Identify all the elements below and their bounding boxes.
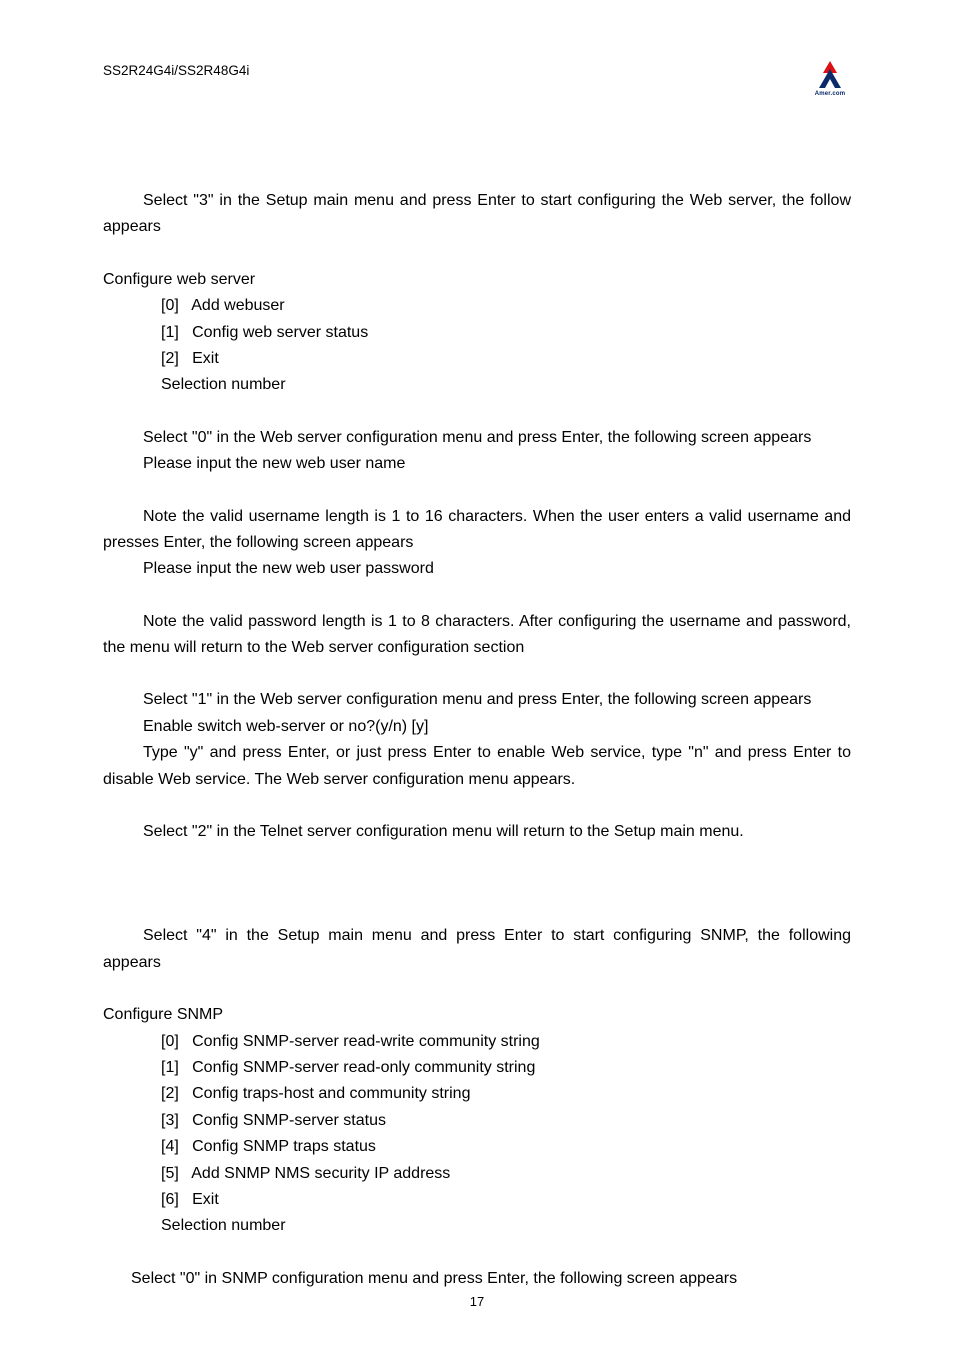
spacer bbox=[103, 583, 851, 609]
page-footer: 17 bbox=[0, 1291, 954, 1312]
page-header: SS2R24G4i/SS2R48G4i Amer.com bbox=[103, 60, 851, 98]
s1-p1b: Please input the new web user name bbox=[103, 451, 851, 477]
s1-menu-item: [0] Add webuser bbox=[161, 293, 851, 319]
spacer bbox=[103, 661, 851, 687]
s2-menu-item: [2] Config traps-host and community stri… bbox=[161, 1081, 851, 1107]
s2-menu-item: [4] Config SNMP traps status bbox=[161, 1134, 851, 1160]
s1-p4a: Select "1" in the Web server configurati… bbox=[103, 687, 851, 713]
s2-p1: Select "0" in SNMP configuration menu an… bbox=[103, 1266, 851, 1292]
s2-menu-item: [0] Config SNMP-server read-write commun… bbox=[161, 1029, 851, 1055]
spacer bbox=[103, 871, 851, 897]
spacer bbox=[103, 478, 851, 504]
s2-menu-item: [1] Config SNMP-server read-only communi… bbox=[161, 1055, 851, 1081]
s2-menu-item: [5] Add SNMP NMS security IP address bbox=[161, 1161, 851, 1187]
s1-menu-item: [2] Exit bbox=[161, 346, 851, 372]
s2-menu-item: [3] Config SNMP-server status bbox=[161, 1108, 851, 1134]
s1-p2a: Note the valid username length is 1 to 1… bbox=[103, 504, 851, 557]
s1-menu-item: [1] Config web server status bbox=[161, 320, 851, 346]
s1-menu-title: Configure web server bbox=[103, 267, 851, 293]
s2-menu: [0] Config SNMP-server read-write commun… bbox=[161, 1029, 851, 1240]
spacer bbox=[103, 897, 851, 923]
s2-menu-title: Configure SNMP bbox=[103, 1002, 851, 1028]
s1-p3: Note the valid password length is 1 to 8… bbox=[103, 609, 851, 662]
s2-menu-item: [6] Exit bbox=[161, 1187, 851, 1213]
spacer bbox=[103, 241, 851, 267]
logo-icon bbox=[809, 60, 851, 88]
spacer bbox=[103, 976, 851, 1002]
s1-p2b: Please input the new web user password bbox=[103, 556, 851, 582]
s1-p1a: Select "0" in the Web server configurati… bbox=[103, 425, 851, 451]
model-text: SS2R24G4i/SS2R48G4i bbox=[103, 60, 249, 82]
s2-menu-item: Selection number bbox=[161, 1213, 851, 1239]
s1-menu: [0] Add webuser [1] Config web server st… bbox=[161, 293, 851, 399]
spacer bbox=[103, 793, 851, 819]
spacer bbox=[103, 1240, 851, 1266]
s1-p4c: Type "y" and press Enter, or just press … bbox=[103, 740, 851, 793]
logo-brand-text: Amer.com bbox=[809, 90, 851, 100]
spacer bbox=[103, 845, 851, 871]
spacer bbox=[103, 399, 851, 425]
s2-intro: Select "4" in the Setup main menu and pr… bbox=[103, 923, 851, 976]
page-number: 17 bbox=[470, 1294, 484, 1309]
s1-p5: Select "2" in the Telnet server configur… bbox=[103, 819, 851, 845]
s1-intro: Select "3" in the Setup main menu and pr… bbox=[103, 188, 851, 241]
s1-p4b: Enable switch web-server or no?(y/n) [y] bbox=[103, 714, 851, 740]
s1-menu-item: Selection number bbox=[161, 372, 851, 398]
brand-logo: Amer.com bbox=[809, 60, 851, 98]
